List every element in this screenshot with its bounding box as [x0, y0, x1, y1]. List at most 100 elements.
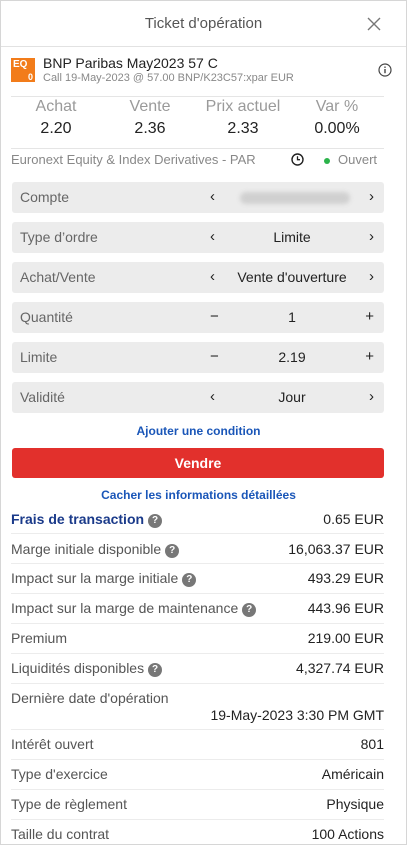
chevron-right-icon[interactable]: › — [369, 188, 374, 205]
quote-change: Var % 0.00% — [292, 98, 382, 138]
help-icon[interactable]: ? — [165, 544, 180, 558]
market-info: Euronext Equity & Index Derivatives - PA… — [11, 152, 384, 170]
initial-margin-impact-label: Impact sur la marge initiale — [11, 570, 179, 586]
quantity-value[interactable]: 1 — [222, 309, 362, 325]
divider — [11, 148, 384, 149]
available-cash-value: 4,327.74 EUR — [296, 660, 384, 676]
status-dot — [324, 158, 330, 164]
divider — [11, 563, 384, 564]
quote-bid-label: Achat — [35, 98, 77, 115]
account-label: Compte — [20, 189, 70, 205]
market-name: Euronext Equity & Index Derivatives - PA… — [11, 152, 256, 167]
side-value: Vente d'ouverture — [237, 269, 347, 285]
help-icon[interactable]: ? — [242, 603, 257, 617]
hide-details-link[interactable]: Cacher les informations détaillées — [1, 488, 396, 502]
help-icon[interactable]: ? — [182, 573, 197, 587]
divider — [11, 533, 384, 534]
quote-ask: Vente 2.36 — [105, 98, 195, 138]
limit-value[interactable]: 2.19 — [222, 349, 362, 365]
open-interest-value: 801 — [360, 736, 384, 752]
chevron-left-icon[interactable]: ‹ — [210, 388, 215, 405]
validity-selector[interactable]: Validité ‹ Jour › — [12, 382, 384, 413]
chevron-left-icon[interactable]: ‹ — [210, 268, 215, 285]
order-type-label: Type d’ordre — [20, 229, 98, 245]
plus-icon[interactable]: + — [365, 348, 374, 365]
quantity-stepper[interactable]: Quantité − 1 + — [12, 302, 384, 333]
initial-margin-impact-value: 493.29 EUR — [307, 570, 384, 586]
quote-last-value: 2.33 — [227, 120, 259, 137]
exercise-type-value: Américain — [321, 766, 384, 782]
add-condition-link[interactable]: Ajouter une condition — [1, 424, 396, 438]
maintenance-margin-impact-value: 443.96 EUR — [307, 600, 384, 616]
validity-label: Validité — [20, 389, 65, 405]
fees-value: 0.65 EUR — [323, 511, 384, 527]
contract-size-label: Taille du contrat — [11, 826, 110, 842]
chevron-left-icon[interactable]: ‹ — [210, 228, 215, 245]
market-status: Ouvert — [338, 152, 378, 167]
order-ticket-panel: Ticket d'opération EQ 0 BNP Paribas May2… — [0, 0, 407, 845]
minus-icon[interactable]: − — [210, 308, 219, 325]
maintenance-margin-impact-label: Impact sur la marge de maintenance — [11, 600, 239, 616]
order-type-selector[interactable]: Type d’ordre ‹ Limite › — [12, 222, 384, 253]
quantity-label: Quantité — [20, 309, 73, 325]
open-interest-label: Intérêt ouvert — [11, 736, 94, 752]
divider — [11, 653, 384, 654]
premium-label: Premium — [11, 630, 68, 646]
limit-price-stepper[interactable]: Limite − 2.19 + — [12, 342, 384, 373]
settlement-type-value: Physique — [326, 796, 384, 812]
settlement-type-label: Type de règlement — [11, 796, 127, 812]
plus-icon[interactable]: + — [365, 308, 374, 325]
quote-last-label: Prix actuel — [205, 98, 281, 115]
chevron-right-icon[interactable]: › — [369, 268, 374, 285]
divider — [11, 759, 384, 760]
instrument-logo-top: EQ — [13, 59, 28, 70]
quote-ask-label: Vente — [129, 98, 171, 115]
minus-icon[interactable]: − — [210, 348, 219, 365]
quote-bid: Achat 2.20 — [11, 98, 101, 138]
instrument-name: BNP Paribas May2023 57 C — [43, 55, 218, 71]
contract-size-value: 100 Actions — [311, 826, 384, 842]
chevron-left-icon[interactable]: ‹ — [210, 188, 215, 205]
divider — [11, 819, 384, 820]
help-icon[interactable]: ? — [148, 663, 163, 677]
divider — [11, 683, 384, 684]
divider — [11, 623, 384, 624]
quote-change-label: Var % — [315, 98, 359, 115]
account-selector[interactable]: Compte ‹ › — [12, 182, 384, 213]
fees-label[interactable]: Frais de transaction — [11, 511, 144, 527]
info-icon[interactable] — [378, 63, 392, 77]
divider — [11, 789, 384, 790]
help-icon[interactable]: ? — [148, 514, 163, 528]
divider — [11, 729, 384, 730]
initial-margin-available-value: 16,063.37 EUR — [288, 541, 384, 557]
instrument-logo: EQ 0 — [11, 58, 35, 82]
quote-change-value: 0.00% — [314, 120, 360, 137]
exercise-type-label: Type d'exercice — [11, 766, 108, 782]
divider — [11, 593, 384, 594]
chevron-right-icon[interactable]: › — [369, 228, 374, 245]
available-cash-label: Liquidités disponibles — [11, 660, 145, 676]
quote-last: Prix actuel 2.33 — [198, 98, 288, 138]
instrument-subtitle: Call 19-May-2023 @ 57.00 BNP/K23C57:xpar… — [43, 72, 294, 84]
validity-value: Jour — [278, 389, 306, 405]
initial-margin-available-label: Marge initiale disponible — [11, 541, 162, 557]
last-trading-date-value: 19-May-2023 3:30 PM GMT — [210, 707, 384, 723]
quote-summary: Achat 2.20 Vente 2.36 Prix actuel 2.33 V… — [11, 98, 384, 146]
quote-ask-value: 2.36 — [134, 120, 166, 137]
instrument-header: EQ 0 BNP Paribas May2023 57 C Call 19-Ma… — [11, 55, 396, 93]
ticket-title: Ticket d'opération — [144, 15, 263, 32]
close-icon[interactable] — [366, 16, 382, 32]
limit-label: Limite — [20, 349, 58, 365]
quote-bid-value: 2.20 — [40, 120, 72, 137]
chevron-right-icon[interactable]: › — [369, 388, 374, 405]
premium-value: 219.00 EUR — [307, 630, 384, 646]
divider — [11, 96, 384, 97]
sell-button[interactable]: Vendre — [12, 448, 384, 478]
account-value-redacted — [240, 192, 350, 204]
clock-icon — [291, 153, 304, 166]
ticket-header: Ticket d'opération — [1, 1, 406, 47]
last-trading-date-label: Dernière date d'opération — [11, 690, 169, 706]
order-type-value: Limite — [273, 229, 311, 245]
instrument-logo-bottom: 0 — [27, 72, 33, 82]
side-selector[interactable]: Achat/Vente ‹ Vente d'ouverture › — [12, 262, 384, 293]
